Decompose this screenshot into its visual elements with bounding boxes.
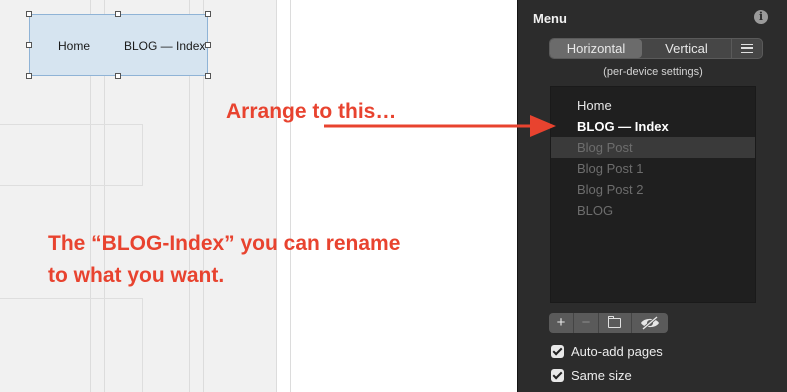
menu-items-list[interactable]: Home BLOG — Index Blog Post Blog Post 1 … bbox=[550, 86, 756, 303]
menu-widget-selected[interactable]: Home BLOG — Index bbox=[29, 14, 208, 76]
add-item-button[interactable]: + bbox=[549, 313, 574, 333]
auto-add-pages-checkbox[interactable]: Auto-add pages bbox=[551, 342, 663, 360]
eye-slash-icon bbox=[641, 316, 659, 330]
folder-icon bbox=[607, 315, 621, 328]
resize-handle-bottom-right[interactable] bbox=[205, 73, 211, 79]
resize-handle-bottom-left[interactable] bbox=[26, 73, 32, 79]
panel-title: Menu bbox=[533, 11, 567, 26]
hamburger-icon bbox=[741, 44, 753, 53]
layout-guide-box bbox=[0, 298, 143, 392]
layout-guide bbox=[276, 0, 277, 392]
resize-handle-top-left[interactable] bbox=[26, 11, 32, 17]
menu-list-item[interactable]: Home bbox=[551, 95, 755, 116]
resize-handle-top[interactable] bbox=[115, 11, 121, 17]
orientation-horizontal-button[interactable]: Horizontal bbox=[550, 39, 642, 58]
menu-list-item[interactable]: BLOG bbox=[551, 200, 755, 221]
resize-handle-top-right[interactable] bbox=[205, 11, 211, 17]
per-device-note: (per-device settings) bbox=[603, 66, 703, 78]
auto-add-pages-label: Auto-add pages bbox=[571, 343, 663, 359]
annotation-arrow bbox=[324, 115, 556, 137]
toggle-visibility-button[interactable] bbox=[632, 313, 668, 333]
layout-guide-box bbox=[0, 124, 143, 186]
menu-list-item[interactable]: BLOG — Index bbox=[551, 116, 755, 137]
resize-handle-right[interactable] bbox=[205, 42, 211, 48]
layout-guide bbox=[290, 0, 291, 392]
menu-list-item[interactable]: Blog Post 1 bbox=[551, 158, 755, 179]
resize-handle-left[interactable] bbox=[26, 42, 32, 48]
menu-list-item[interactable]: Blog Post bbox=[551, 137, 755, 158]
annotation-note-line1: The “BLOG-Index” you can rename bbox=[48, 232, 401, 255]
menu-inspector-panel: Menu i Horizontal Vertical (per-device s… bbox=[517, 0, 787, 392]
remove-item-button[interactable]: − bbox=[574, 313, 599, 333]
resize-handle-bottom[interactable] bbox=[115, 73, 121, 79]
design-canvas[interactable]: Home BLOG — Index Arrange to this… The “… bbox=[0, 0, 517, 392]
menu-list-toolbar: + − bbox=[549, 313, 668, 333]
orientation-segmented-control[interactable]: Horizontal Vertical bbox=[549, 38, 763, 59]
same-size-checkbox[interactable]: Same size bbox=[551, 366, 632, 384]
menu-widget-item-home[interactable]: Home bbox=[58, 39, 90, 53]
menu-widget-item-blog-index[interactable]: BLOG — Index bbox=[124, 39, 205, 53]
same-size-label: Same size bbox=[571, 367, 632, 383]
menu-options-button[interactable] bbox=[732, 39, 762, 58]
annotation-note-line2: to what you want. bbox=[48, 264, 225, 287]
add-folder-button[interactable] bbox=[599, 313, 632, 333]
checkbox-checked[interactable] bbox=[551, 344, 564, 358]
orientation-vertical-button[interactable]: Vertical bbox=[642, 39, 732, 58]
checkbox-checked[interactable] bbox=[551, 368, 564, 382]
info-icon[interactable]: i bbox=[754, 10, 768, 24]
menu-list-item[interactable]: Blog Post 2 bbox=[551, 179, 755, 200]
